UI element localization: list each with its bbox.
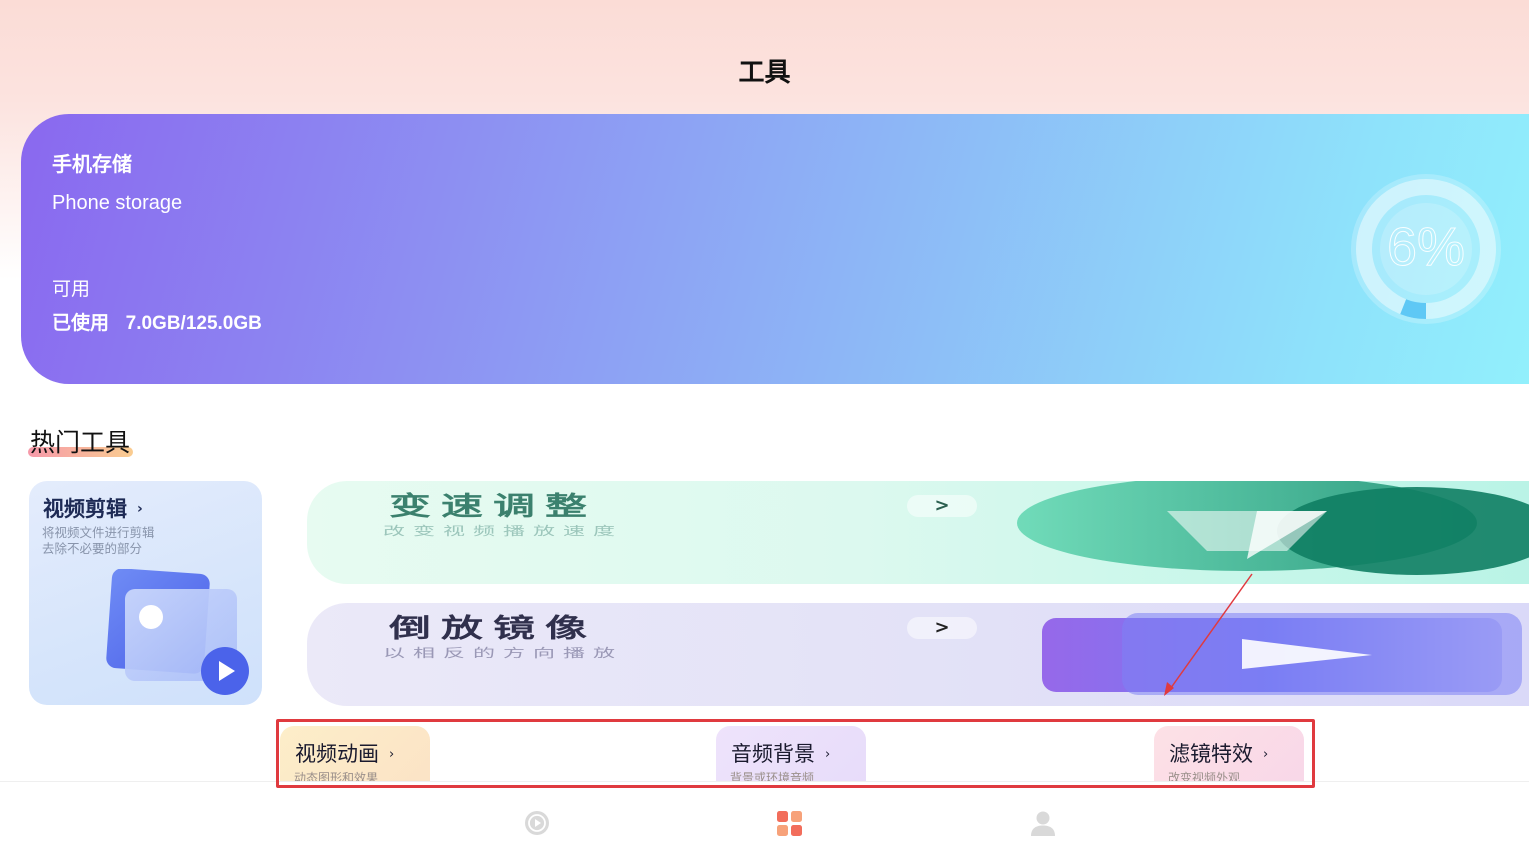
play-circle-icon bbox=[525, 811, 549, 835]
storage-used-value: 7.0GB/125.0GB bbox=[125, 313, 262, 334]
storage-gauge: 6% bbox=[1351, 174, 1501, 324]
video-folder-icon bbox=[106, 569, 249, 695]
video-edit-desc-line2: 去除不必要的部分 bbox=[42, 541, 143, 556]
video-edit-desc-line1: 将视频文件进行剪辑 bbox=[42, 525, 155, 540]
storage-title: 手机存储 bbox=[52, 152, 132, 176]
video-edit-card[interactable]: 视频剪辑 › 将视频文件进行剪辑 去除不必要的部分 bbox=[29, 481, 262, 705]
nav-tools-tab[interactable] bbox=[775, 808, 805, 838]
chevron-right-icon: > bbox=[907, 495, 977, 517]
lightning-icon bbox=[1017, 481, 1529, 575]
storage-subtitle: Phone storage bbox=[52, 192, 183, 214]
person-icon bbox=[1031, 811, 1055, 836]
reverse-mirror-banner[interactable]: 倒放镜像 > 以相反的方向播放 bbox=[307, 603, 1529, 706]
annotation-arrow-icon bbox=[1164, 573, 1253, 696]
chevron-right-icon: › bbox=[137, 501, 143, 517]
grid-apps-icon bbox=[777, 811, 802, 836]
storage-card[interactable]: 手机存储 Phone storage 可用 已使用 7.0GB/125.0GB … bbox=[21, 114, 1529, 384]
video-edit-desc: 将视频文件进行剪辑 去除不必要的部分 bbox=[42, 525, 155, 557]
storage-used: 已使用 7.0GB/125.0GB bbox=[52, 308, 262, 335]
hot-tools-title: 热门工具 bbox=[30, 428, 131, 457]
video-edit-title: 视频剪辑 › bbox=[43, 493, 143, 523]
storage-available-label: 可用 bbox=[52, 278, 91, 300]
speed-adjust-title: 变速调整 bbox=[389, 490, 598, 521]
nav-profile-tab[interactable] bbox=[1028, 808, 1058, 838]
speed-adjust-desc: 改变视频播放速度 bbox=[383, 524, 624, 539]
storage-percent-text: 6% bbox=[1386, 217, 1466, 278]
play-icon bbox=[1042, 613, 1522, 695]
storage-used-label: 已使用 bbox=[52, 312, 110, 334]
reverse-mirror-desc: 以相反的方向播放 bbox=[383, 646, 624, 661]
chevron-right-icon: > bbox=[907, 617, 977, 639]
bottom-nav bbox=[0, 781, 1529, 847]
reverse-mirror-title: 倒放镜像 bbox=[389, 612, 598, 643]
annotation-highlight-box bbox=[276, 719, 1315, 788]
nav-video-tab[interactable] bbox=[522, 808, 552, 838]
page-title: 工具 bbox=[738, 58, 791, 88]
video-edit-title-text: 视频剪辑 bbox=[43, 497, 127, 521]
speed-adjust-banner[interactable]: 变速调整 > 改变视频播放速度 bbox=[307, 481, 1529, 584]
